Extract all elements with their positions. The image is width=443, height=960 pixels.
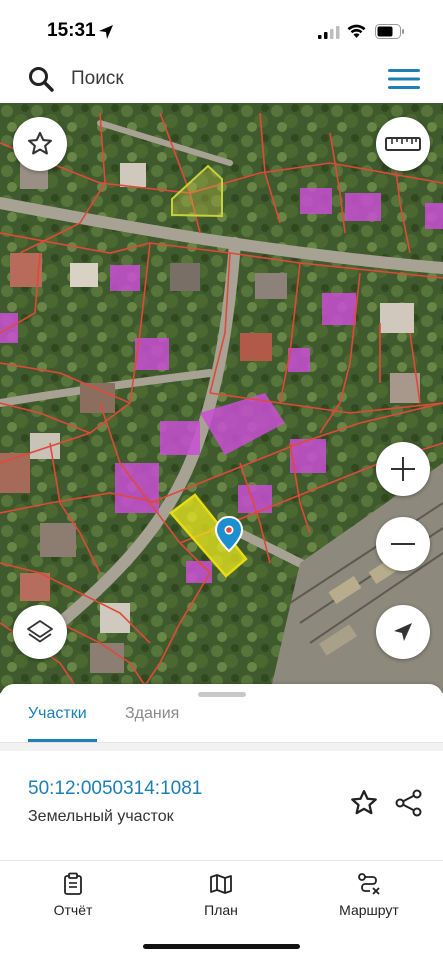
- search-input[interactable]: Поиск: [71, 68, 124, 90]
- nav-route-label: Маршрут: [339, 902, 399, 918]
- star-icon: [27, 131, 53, 155]
- section-separator: [0, 743, 443, 751]
- report-icon: [64, 872, 82, 895]
- favorites-button[interactable]: [13, 117, 67, 171]
- zoom-in-button[interactable]: [376, 442, 430, 496]
- measure-button[interactable]: [376, 117, 430, 171]
- search-bar[interactable]: Поиск: [6, 58, 437, 100]
- cellular-signal-icon: [318, 26, 340, 39]
- battery-icon: [375, 24, 404, 39]
- plus-icon: [391, 457, 415, 481]
- status-time: 15:31: [47, 20, 96, 41]
- nav-route[interactable]: Маршрут: [319, 872, 419, 918]
- parcel-cadastral-number[interactable]: 50:12:0050314:1081: [28, 778, 202, 800]
- map-view[interactable]: [0, 103, 443, 693]
- location-arrow-icon: [99, 25, 113, 39]
- my-location-button[interactable]: [376, 605, 430, 659]
- status-bar: 15:31: [0, 0, 443, 56]
- divider: [0, 860, 443, 861]
- zoom-out-button[interactable]: [376, 517, 430, 571]
- wifi-icon: [347, 24, 366, 38]
- home-indicator: [143, 944, 300, 949]
- nav-plan[interactable]: План: [171, 872, 271, 918]
- search-icon: [29, 67, 54, 92]
- tab-buildings[interactable]: Здания: [125, 705, 179, 723]
- nav-report-label: Отчёт: [53, 902, 93, 918]
- sheet-drag-handle[interactable]: [198, 692, 246, 697]
- satellite-map[interactable]: [0, 103, 443, 693]
- share-icon[interactable]: [394, 788, 424, 818]
- tab-parcels[interactable]: Участки: [28, 705, 87, 723]
- layers-icon: [27, 620, 53, 643]
- layers-button[interactable]: [13, 605, 67, 659]
- ruler-icon: [385, 137, 421, 151]
- parcel-type: Земельный участок: [28, 808, 174, 825]
- route-icon: [358, 873, 380, 895]
- map-icon: [210, 874, 232, 894]
- bottom-sheet: Участки Здания 50:12:0050314:1081 Земель…: [0, 684, 443, 960]
- hamburger-menu-icon[interactable]: [388, 68, 420, 90]
- navigation-arrow-icon: [394, 623, 412, 641]
- nav-report[interactable]: Отчёт: [23, 872, 123, 918]
- favorite-star-icon[interactable]: [349, 788, 379, 818]
- minus-icon: [391, 543, 415, 545]
- nav-plan-label: План: [204, 902, 238, 918]
